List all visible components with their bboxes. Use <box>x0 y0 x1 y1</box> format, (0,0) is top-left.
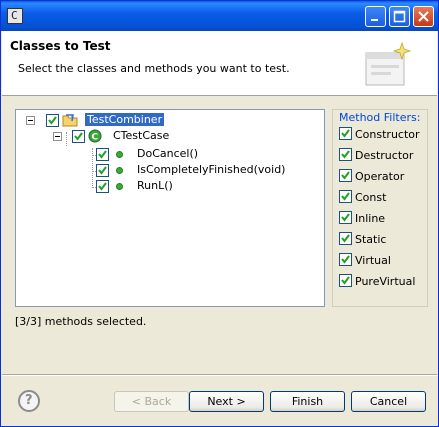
class-label[interactable]: CTestCase <box>113 129 169 142</box>
collapse-icon[interactable] <box>26 116 35 125</box>
checkmark-icon <box>341 234 350 243</box>
filter-label[interactable]: Constructor <box>355 128 420 141</box>
filter-label[interactable]: PureVirtual <box>355 275 415 288</box>
minimize-icon <box>371 19 378 21</box>
finish-button[interactable]: Finish <box>270 391 345 412</box>
filter-checkbox[interactable] <box>339 190 352 203</box>
method-label[interactable]: RunL() <box>137 179 173 192</box>
next-button[interactable]: Next > <box>189 391 264 412</box>
app-icon: C <box>7 8 23 24</box>
checkmark-icon <box>341 150 350 159</box>
method-icon <box>116 183 123 190</box>
method-checkbox[interactable] <box>96 180 109 193</box>
wizard-header: Classes to Test Select the classes and m… <box>2 31 437 96</box>
method-label[interactable]: IsCompletelyFinished(void) <box>137 163 285 176</box>
dialog-window: C Classes to Test Select the classes and… <box>0 0 439 427</box>
collapse-icon[interactable] <box>53 132 62 141</box>
checkmark-icon <box>341 129 350 138</box>
tree-row-root[interactable]: c TestCombiner <box>16 112 316 128</box>
svg-text:c: c <box>71 113 74 120</box>
root-label[interactable]: TestCombiner <box>85 113 165 126</box>
page-title: Classes to Test <box>10 39 111 53</box>
checkmark-icon <box>341 213 350 222</box>
checkmark-icon <box>98 166 107 175</box>
method-filters-group: Method Filters: Constructor Destructor O… <box>332 109 428 307</box>
page-description: Select the classes and methods you want … <box>18 62 290 75</box>
filter-label[interactable]: Virtual <box>355 254 391 267</box>
method-icon <box>116 167 123 174</box>
filter-label[interactable]: Static <box>355 233 386 246</box>
checkmark-icon <box>98 150 107 159</box>
filter-label[interactable]: Destructor <box>355 149 413 162</box>
root-checkbox[interactable] <box>46 114 59 127</box>
checkmark-icon <box>98 182 107 191</box>
svg-text:C: C <box>92 133 99 143</box>
checkmark-icon <box>341 192 350 201</box>
filter-checkbox[interactable] <box>339 211 352 224</box>
maximize-button[interactable] <box>389 6 410 27</box>
filter-label[interactable]: Const <box>355 191 386 204</box>
button-bar-separator <box>2 374 437 376</box>
filter-checkbox[interactable] <box>339 127 352 140</box>
checkmark-icon <box>341 171 350 180</box>
help-icon: ? <box>25 393 33 408</box>
class-tree[interactable]: c TestCombiner C CTestCase DoCancel() Is… <box>15 109 325 307</box>
cancel-button[interactable]: Cancel <box>351 391 426 412</box>
checkmark-icon <box>48 116 57 125</box>
tree-row-method[interactable]: IsCompletelyFinished(void) <box>16 163 316 179</box>
tree-row-method[interactable]: RunL() <box>16 179 316 195</box>
back-button[interactable]: < Back <box>114 391 189 412</box>
checkmark-icon <box>341 255 350 264</box>
filter-checkbox[interactable] <box>339 253 352 266</box>
close-button[interactable] <box>413 6 434 27</box>
filter-checkbox[interactable] <box>339 274 352 287</box>
tree-row-class[interactable]: C CTestCase <box>16 128 316 144</box>
class-checkbox[interactable] <box>72 130 85 143</box>
filter-checkbox[interactable] <box>339 232 352 245</box>
help-button[interactable]: ? <box>18 390 40 412</box>
project-folder-icon: c <box>62 113 78 127</box>
close-icon <box>418 11 429 22</box>
wizard-banner-icon <box>365 41 412 86</box>
method-label[interactable]: DoCancel() <box>137 147 198 160</box>
filter-checkbox[interactable] <box>339 169 352 182</box>
title-bar[interactable]: C <box>1 1 438 31</box>
tree-row-method[interactable]: DoCancel() <box>16 147 316 163</box>
checkmark-icon <box>74 132 83 141</box>
method-checkbox[interactable] <box>96 148 109 161</box>
filter-label[interactable]: Operator <box>355 170 404 183</box>
filter-label[interactable]: Inline <box>355 212 385 225</box>
filter-checkbox[interactable] <box>339 148 352 161</box>
app-icon-letter: C <box>11 9 18 22</box>
method-icon <box>116 151 123 158</box>
checkmark-icon <box>341 276 350 285</box>
minimize-button[interactable] <box>365 6 386 27</box>
selection-status: [3/3] methods selected. <box>15 315 147 328</box>
method-checkbox[interactable] <box>96 164 109 177</box>
maximize-icon <box>393 10 406 23</box>
method-filters-title: Method Filters: <box>339 111 421 124</box>
class-icon: C <box>88 129 102 143</box>
